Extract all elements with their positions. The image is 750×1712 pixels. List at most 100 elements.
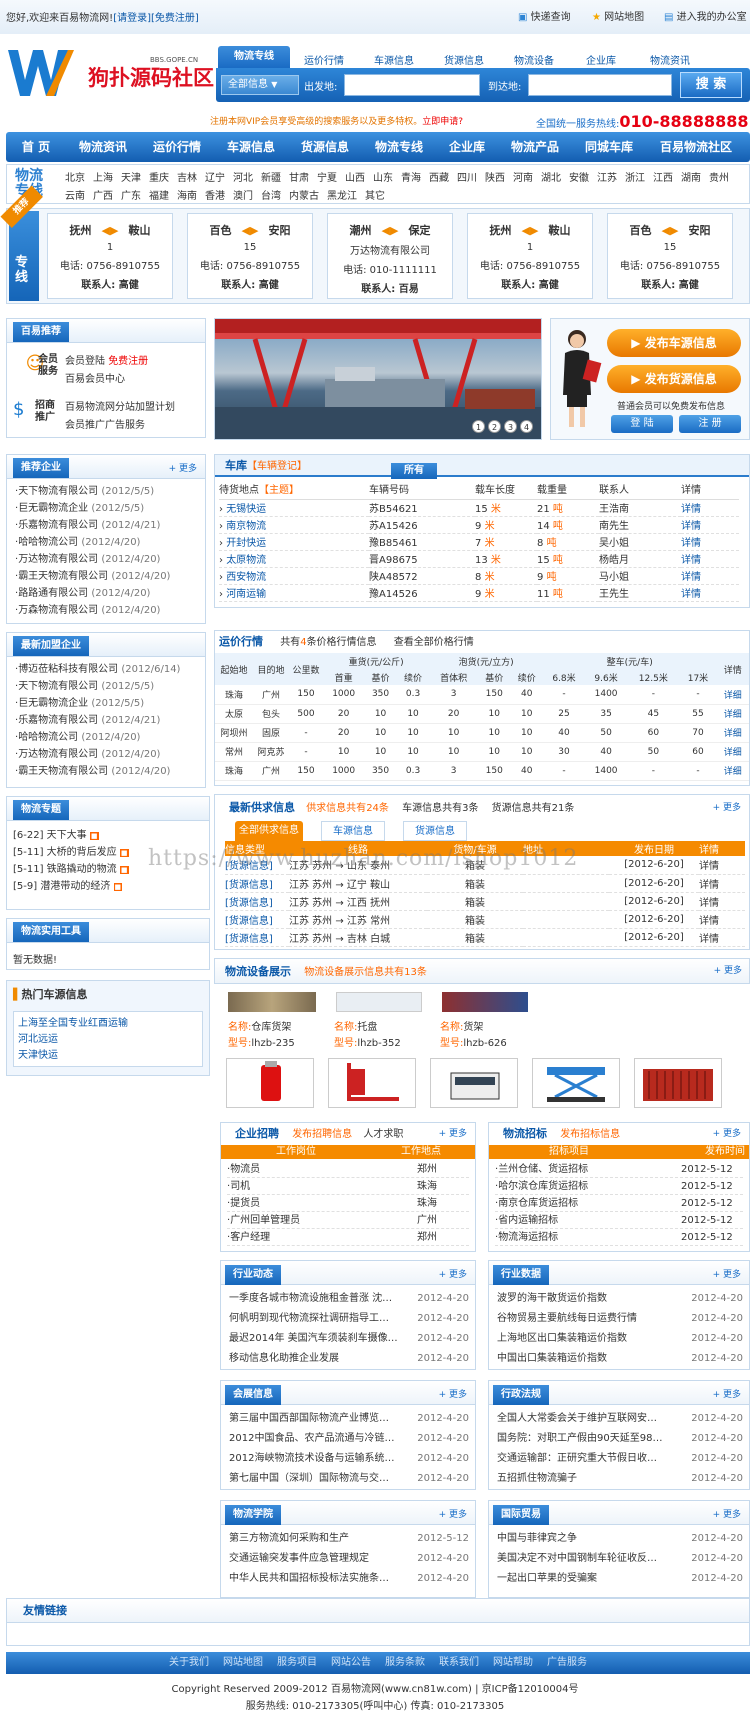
nav-news[interactable]: 物流资讯: [66, 132, 140, 162]
city-link[interactable]: 四川: [457, 169, 477, 184]
list-item[interactable]: 最迟2014年 美国汽车须装刹车摄像… 2012-4-20: [229, 1329, 469, 1349]
search-tab-freight[interactable]: 运价行情: [304, 52, 344, 67]
bids-more-link[interactable]: + 更多: [713, 1123, 741, 1145]
list-item[interactable]: 美国决定不对中国钢制车轮征收反… 2012-4-20: [497, 1549, 743, 1569]
city-link[interactable]: 浙江: [625, 169, 645, 184]
news-more-link[interactable]: + 更多: [713, 1507, 741, 1520]
list-item[interactable]: ·巨无霸物流企业 (2012/5/5): [15, 500, 205, 517]
franchise-link[interactable]: 百易物流网分站加盟计划: [65, 399, 175, 417]
equip-label[interactable]: 名称:货架 型号:lhzb-626: [440, 1020, 507, 1052]
list-item[interactable]: ·南京仓库货运招标 2012-5-12: [495, 1195, 743, 1212]
equip-photo-1[interactable]: [226, 1058, 314, 1108]
equip-photo-5[interactable]: [634, 1058, 722, 1108]
logo-mark[interactable]: [6, 46, 76, 100]
list-item[interactable]: 2012海峡物流技术设备与运输系统… 2012-4-20: [229, 1449, 469, 1469]
city-link[interactable]: 宁夏: [317, 169, 337, 184]
supply-tab-all[interactable]: 全部供求信息: [235, 821, 303, 841]
list-item[interactable]: ·乐嘉物流有限公司 (2012/4/21): [15, 517, 205, 534]
search-tab-companies[interactable]: 企业库: [586, 52, 616, 67]
table-row[interactable]: [货源信息] 江苏 苏州 → 吉林 白城 箱装 [2012-6-20] 详情: [225, 928, 745, 946]
list-item[interactable]: ·博迈莅粘科技有限公司 (2012/6/14): [15, 661, 205, 678]
bids-post-link[interactable]: 发布招标信息: [560, 1129, 620, 1140]
search-tab-cars[interactable]: 车源信息: [374, 52, 414, 67]
city-link[interactable]: 北京: [65, 169, 85, 184]
footer-link[interactable]: 网站地图: [223, 1652, 263, 1674]
city-link[interactable]: 山东: [373, 169, 393, 184]
table-row[interactable]: › 无锡快运 苏B54621 15 米 21 吨王浩南 详情: [219, 499, 739, 516]
list-item[interactable]: ·客户经理 郑州: [227, 1229, 469, 1246]
list-item[interactable]: ·路路通有限公司 (2012/4/20): [15, 585, 205, 602]
table-row[interactable]: [货源信息] 江苏 苏州 → 辽宁 鞍山 箱装 [2012-6-20] 详情: [225, 874, 745, 892]
table-row[interactable]: › 开封快运 豫B85461 7 米8 吨吴小姐 详情: [219, 533, 739, 550]
search-button[interactable]: 搜 索: [680, 72, 742, 98]
equip-photo-3[interactable]: [430, 1058, 518, 1108]
list-item[interactable]: ·物流员 郑州: [227, 1161, 469, 1178]
equip-photo-pallet[interactable]: [336, 992, 422, 1012]
garage-tab-all[interactable]: 所有: [391, 463, 437, 479]
list-item[interactable]: 上海地区出口集装箱运价指数 2012-4-20: [497, 1329, 743, 1349]
list-item[interactable]: ·物流海运招标 2012-5-12: [495, 1229, 743, 1246]
city-link[interactable]: 辽宁: [205, 169, 225, 184]
list-item[interactable]: 第七届中国（深圳）国际物流与交… 2012-4-20: [229, 1469, 469, 1489]
city-link[interactable]: 江苏: [597, 169, 617, 184]
table-row[interactable]: 太原 包头 500 20 10 10 20 10 10 25 35 45 55 详细: [215, 704, 749, 723]
list-item[interactable]: ·司机 珠海: [227, 1178, 469, 1195]
list-item[interactable]: 一起出口苹果的受骗案 2012-4-20: [497, 1569, 743, 1589]
city-link[interactable]: 安徽: [569, 169, 589, 184]
news-more-link[interactable]: + 更多: [713, 1267, 741, 1280]
search-tab-goods[interactable]: 货源信息: [444, 52, 484, 67]
publish-car-button[interactable]: ▶ 发布车源信息: [607, 329, 741, 357]
slider-page-dot[interactable]: 1: [472, 420, 485, 433]
footer-link[interactable]: 关于我们: [169, 1652, 209, 1674]
jobs-more-link[interactable]: + 更多: [439, 1123, 467, 1145]
city-link[interactable]: 湖南: [681, 169, 701, 184]
footer-link[interactable]: 广告服务: [547, 1652, 587, 1674]
list-item[interactable]: ·乐嘉物流有限公司 (2012/4/21): [15, 712, 205, 729]
list-item[interactable]: 全国人大常委会关于维护互联网安… 2012-4-20: [497, 1409, 743, 1429]
line-card[interactable]: 抚州 ◀▶ 鞍山 1 电话: 0756-8910755 联系人: 高健: [47, 213, 173, 299]
list-item[interactable]: ·广州回单管理员 广州: [227, 1212, 469, 1229]
city-link[interactable]: 上海: [93, 169, 113, 184]
nav-community[interactable]: 百易物流社区: [646, 132, 746, 162]
city-link[interactable]: 福建: [149, 187, 169, 202]
city-link[interactable]: 河南: [513, 169, 533, 184]
list-item[interactable]: ·万森物流有限公司 (2012/4/20): [15, 602, 205, 619]
list-item[interactable]: 中国出口集装箱运价指数 2012-4-20: [497, 1349, 743, 1369]
table-row[interactable]: 常州 阿克苏 -10 10 10 10 10 10 30 40 50 60 详细: [215, 742, 749, 761]
list-item[interactable]: ·哈哈物流公司 (2012/4/20): [15, 534, 205, 551]
register-link[interactable]: [免费注册]: [151, 13, 199, 24]
list-item[interactable]: 第三方物流如何采购和生产 2012-5-12: [229, 1529, 469, 1549]
list-item[interactable]: ·天下物流有限公司 (2012/5/5): [15, 483, 205, 500]
list-item[interactable]: 一季度各城市物流设施租金普涨 沈… 2012-4-20: [229, 1289, 469, 1309]
table-row[interactable]: [货源信息] 江苏 苏州 → 江苏 常州 箱装 [2012-6-20] 详情: [225, 910, 745, 928]
jobs-post-link[interactable]: 发布招聘信息: [292, 1129, 352, 1140]
nav-companies[interactable]: 企业库: [436, 132, 498, 162]
search-tab-news[interactable]: 物流资讯: [650, 52, 690, 67]
equip-label[interactable]: 名称:托盘 型号:lhzb-352: [334, 1020, 401, 1052]
list-item[interactable]: 谷物贸易主要航线每日运费行情 2012-4-20: [497, 1309, 743, 1329]
supply-tab-cars[interactable]: 车源信息: [321, 821, 385, 841]
nav-goods[interactable]: 货源信息: [288, 132, 362, 162]
table-row[interactable]: › 南京物流 苏A15426 9 米 14 吨南先生 详情: [219, 516, 739, 533]
city-link[interactable]: 西藏: [429, 169, 449, 184]
footer-link[interactable]: 网站公告: [331, 1652, 371, 1674]
list-item[interactable]: 波罗的海干散货运价指数 2012-4-20: [497, 1289, 743, 1309]
office-link[interactable]: ▤ 进入我的办公室: [664, 8, 747, 23]
equip-more-link[interactable]: + 更多: [714, 958, 742, 984]
footer-link[interactable]: 服务项目: [277, 1652, 317, 1674]
equip-label[interactable]: 名称:仓库货架 型号:lhzb-235: [228, 1020, 295, 1052]
city-link[interactable]: 新疆: [261, 169, 281, 184]
equip-photo-2[interactable]: [328, 1058, 416, 1108]
table-row[interactable]: › 河南运输 豫A14526 9 米 11 吨王先生 详情: [219, 584, 739, 601]
list-item[interactable]: 交通运输突发事件应急管理规定 2012-4-20: [229, 1549, 469, 1569]
city-link[interactable]: 江西: [653, 169, 673, 184]
list-item[interactable]: [6-22] 天下大事 ■: [13, 827, 209, 844]
list-item[interactable]: 交通运输部：正研究重大节假日收… 2012-4-20: [497, 1449, 743, 1469]
publish-register-button[interactable]: 注 册: [679, 415, 741, 433]
list-item[interactable]: ·哈哈物流公司 (2012/4/20): [15, 729, 205, 746]
city-link[interactable]: 台湾: [261, 187, 281, 202]
footer-link[interactable]: 联系我们: [439, 1652, 479, 1674]
city-link[interactable]: 内蒙古: [289, 187, 319, 202]
list-item[interactable]: ·万达物流有限公司 (2012/4/20): [15, 746, 205, 763]
banner-slider[interactable]: 1234: [214, 318, 542, 440]
